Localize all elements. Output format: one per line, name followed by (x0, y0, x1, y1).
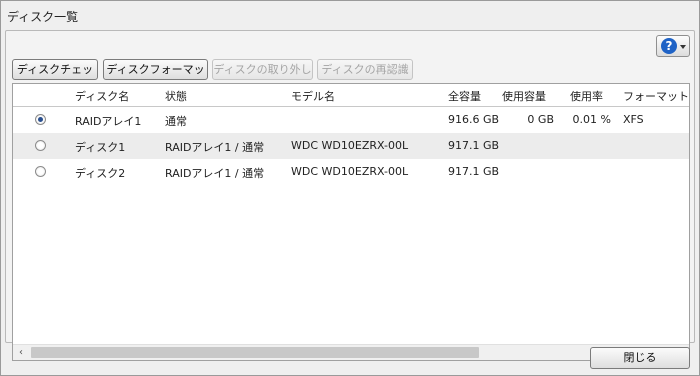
table-header: ディスク名 状態 モデル名 全容量 使用容量 使用率 フォーマット (13, 84, 689, 107)
column-header-total[interactable]: 全容量 (448, 88, 481, 104)
disk-format-button[interactable]: ディスクフォーマット (103, 59, 208, 95)
scrollbar-thumb[interactable] (31, 347, 479, 358)
disk-format: XFS (623, 113, 644, 126)
disk-table: ディスク名 状態 モデル名 全容量 使用容量 使用率 フォーマット RAIDアレ… (12, 83, 690, 361)
disk-rescan-button[interactable]: ディスクの再認識 (317, 59, 413, 80)
disk-list-dialog: ディスク一覧 ? ディスクチェック ディスクフォーマット ディスクの取り外し デ… (0, 0, 700, 376)
row-select-radio[interactable] (35, 140, 46, 151)
disk-remove-button[interactable]: ディスクの取り外し (212, 59, 313, 80)
disk-model: WDC WD10EZRX-00L (291, 165, 409, 178)
disk-check-button[interactable]: ディスクチェック (12, 59, 98, 95)
row-select-radio[interactable] (35, 114, 46, 125)
scroll-left-icon[interactable]: ‹ (14, 346, 28, 359)
column-header-used[interactable]: 使用容量 (502, 88, 546, 104)
disk-status: 通常 (165, 115, 187, 128)
column-header-model[interactable]: モデル名 (291, 88, 335, 104)
table-row[interactable]: ディスク2 RAIDアレイ1 / 通常 WDC WD10EZRX-00L 917… (13, 159, 689, 185)
column-header-format[interactable]: フォーマット (623, 88, 689, 104)
disk-name: RAIDアレイ1 (75, 115, 142, 128)
row-select-radio[interactable] (35, 166, 46, 177)
column-header-disk-name[interactable]: ディスク名 (75, 88, 129, 104)
column-header-status[interactable]: 状態 (165, 88, 187, 104)
help-menu-button[interactable]: ? (656, 35, 690, 57)
table-row[interactable]: ディスク1 RAIDアレイ1 / 通常 WDC WD10EZRX-00L 917… (13, 133, 689, 159)
disk-total: 917.1 GB (448, 139, 500, 152)
disk-total: 917.1 GB (448, 165, 500, 178)
disk-used: 0 GB (527, 113, 554, 126)
question-icon: ? (661, 38, 677, 54)
close-button[interactable]: 閉じる (590, 347, 690, 369)
disk-name: ディスク2 (75, 167, 126, 180)
column-header-usage[interactable]: 使用率 (570, 88, 603, 104)
disk-status: RAIDアレイ1 / 通常 (165, 167, 265, 180)
content-panel: ? ディスクチェック ディスクフォーマット ディスクの取り外し ディスクの再認識… (5, 30, 695, 361)
disk-usage: 0.01 % (572, 113, 611, 126)
disk-status: RAIDアレイ1 / 通常 (165, 141, 265, 154)
chevron-down-icon (680, 45, 686, 49)
disk-total: 916.6 GB (448, 113, 500, 126)
disk-model: WDC WD10EZRX-00L (291, 139, 409, 152)
table-row[interactable]: RAIDアレイ1 通常 916.6 GB 0 GB 0.01 % XFS (13, 107, 689, 133)
horizontal-scrollbar[interactable]: ‹ › (13, 344, 689, 360)
dialog-title: ディスク一覧 (7, 10, 79, 24)
disk-name: ディスク1 (75, 141, 126, 154)
